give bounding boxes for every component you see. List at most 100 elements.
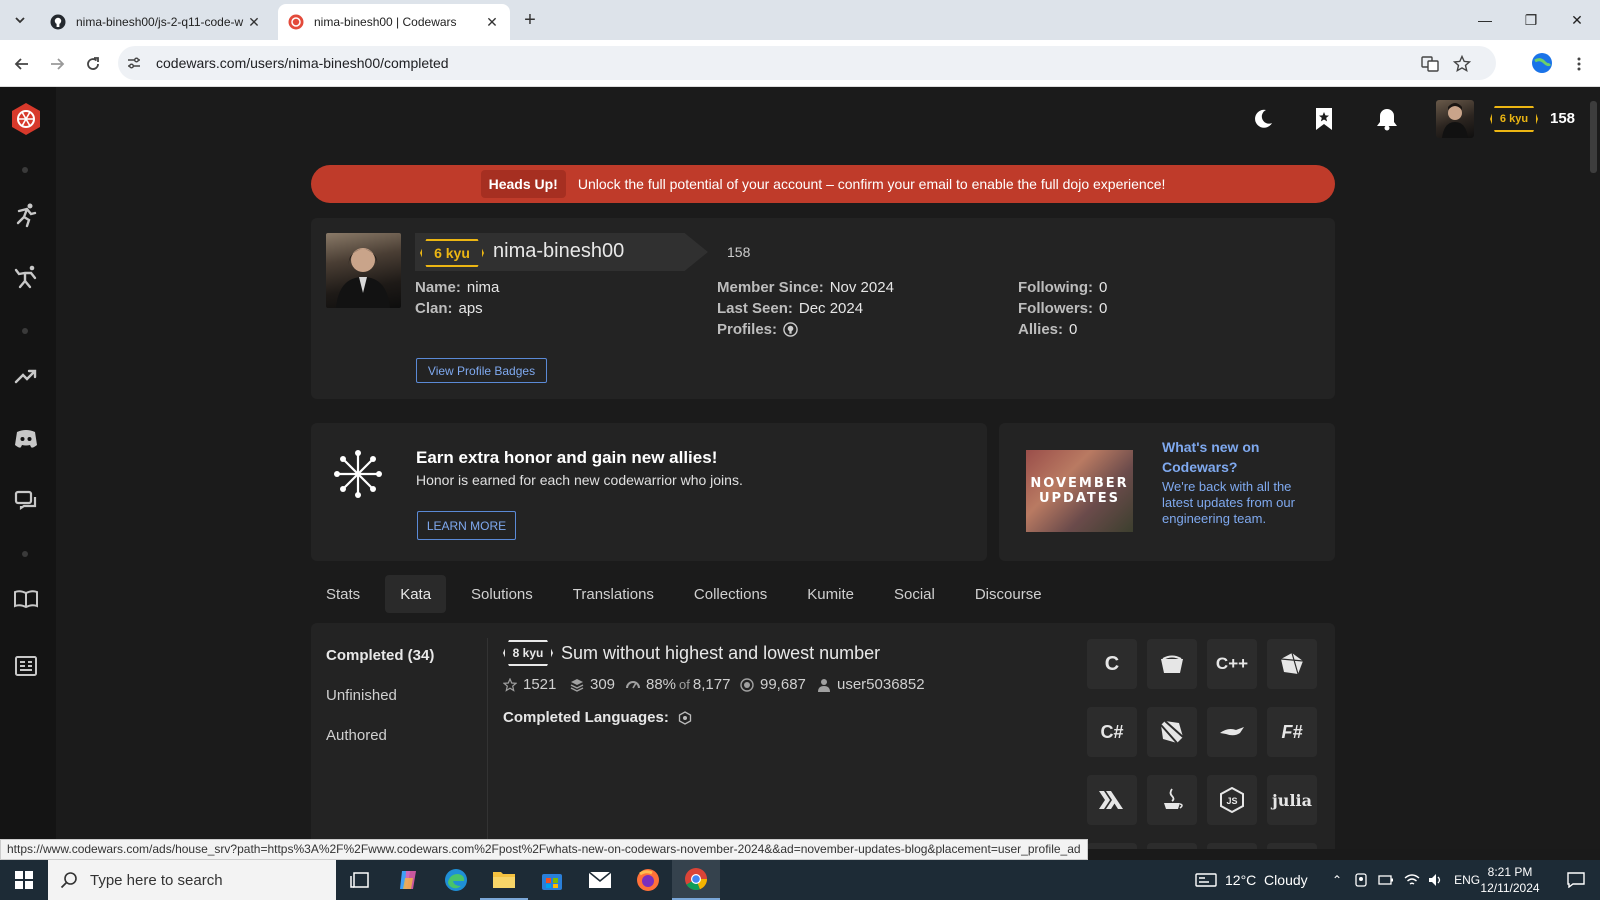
- minimize-button[interactable]: —: [1462, 0, 1508, 40]
- lang-more-2[interactable]: [1147, 843, 1197, 849]
- lang-more-1[interactable]: [1087, 843, 1137, 849]
- chevron-up-icon[interactable]: ⌃: [1332, 873, 1342, 887]
- java-cup-icon: [1164, 788, 1183, 809]
- tab-kumite[interactable]: Kumite: [792, 575, 869, 613]
- back-button[interactable]: [9, 51, 35, 77]
- mail-button[interactable]: [576, 860, 624, 900]
- tab-solutions[interactable]: Solutions: [456, 575, 548, 613]
- restore-button[interactable]: ❐: [1508, 0, 1554, 40]
- haskell-icon: [1099, 791, 1123, 809]
- bookmark-icon[interactable]: [1311, 106, 1337, 132]
- elixir-icon: [1220, 727, 1244, 736]
- lang-csharp[interactable]: C#: [1087, 707, 1137, 757]
- tab-search-button[interactable]: [8, 8, 32, 32]
- tab-stats[interactable]: Stats: [311, 575, 375, 613]
- store-button[interactable]: [528, 860, 576, 900]
- news-card[interactable]: NOVEMBER UPDATES What's new on Codewars?…: [999, 423, 1335, 561]
- translate-icon[interactable]: [1420, 54, 1440, 74]
- browser-tab-github[interactable]: nima-binesh00/js-2-q11-code-w ✕: [40, 4, 272, 40]
- train-icon[interactable]: [13, 202, 39, 228]
- chrome-button[interactable]: [672, 860, 720, 900]
- email-confirm-alert[interactable]: Heads Up! Unlock the full potential of y…: [311, 165, 1335, 203]
- new-tab-button[interactable]: +: [519, 9, 541, 31]
- dart-icon: [1160, 720, 1184, 744]
- lang-java[interactable]: [1147, 775, 1197, 825]
- practice-icon[interactable]: [13, 264, 39, 290]
- network-burst-icon: [334, 450, 382, 498]
- honor-score: 158: [1550, 110, 1576, 127]
- notifications-bell-icon[interactable]: [1374, 106, 1400, 132]
- user-icon: [817, 678, 831, 692]
- tab-social[interactable]: Social: [879, 575, 950, 613]
- forward-button[interactable]: [44, 51, 70, 77]
- lang-coffeescript[interactable]: [1147, 639, 1197, 689]
- profile-last-seen: Last Seen: Dec 2024: [717, 300, 864, 317]
- profile-followers: Followers: 0: [1018, 300, 1108, 317]
- kata-rank-badge: 8 kyu: [503, 640, 553, 666]
- kata-title[interactable]: Sum without highest and lowest number: [561, 643, 880, 664]
- subnav-authored[interactable]: Authored: [326, 727, 387, 744]
- tab-collections[interactable]: Collections: [679, 575, 782, 613]
- lang-julia[interactable]: julia: [1267, 775, 1317, 825]
- close-window-button[interactable]: ✕: [1554, 0, 1600, 40]
- lang-crystal[interactable]: [1267, 639, 1317, 689]
- view-profile-badges-button[interactable]: View Profile Badges: [416, 358, 547, 383]
- bookmark-star-icon[interactable]: [1452, 54, 1472, 74]
- browser-menu-button[interactable]: [1566, 51, 1592, 77]
- profile-links: Profiles:: [717, 321, 798, 338]
- copilot-button[interactable]: [384, 860, 432, 900]
- news-text[interactable]: We're back with all the latest updates f…: [1162, 479, 1322, 527]
- discord-icon[interactable]: [13, 426, 39, 452]
- lang-more-4[interactable]: [1267, 843, 1317, 849]
- lang-cpp[interactable]: C++: [1207, 639, 1257, 689]
- referral-text: Honor is earned for each new codewarrior…: [416, 472, 743, 488]
- close-icon[interactable]: ✕: [484, 14, 500, 30]
- profile-avatar-button[interactable]: [1529, 50, 1555, 76]
- tab-discourse[interactable]: Discourse: [960, 575, 1057, 613]
- weather-cloud-icon: [1195, 873, 1217, 887]
- address-bar[interactable]: codewars.com/users/nima-binesh00/complet…: [118, 46, 1496, 80]
- dark-mode-moon-icon[interactable]: [1250, 106, 1276, 132]
- input-language[interactable]: ENG: [1454, 873, 1480, 887]
- news-title[interactable]: What's new on Codewars?: [1162, 437, 1322, 477]
- subnav-completed[interactable]: Completed (34): [326, 647, 434, 664]
- browser-tab-codewars[interactable]: nima-binesh00 | Codewars ✕: [278, 4, 510, 40]
- rank-badge[interactable]: 6 kyu: [1490, 106, 1538, 132]
- tab-translations[interactable]: Translations: [558, 575, 669, 613]
- lang-fsharp[interactable]: F#: [1267, 707, 1317, 757]
- github-profile-icon[interactable]: [783, 322, 798, 337]
- subnav-unfinished[interactable]: Unfinished: [326, 687, 397, 704]
- page-scrollbar-thumb[interactable]: [1590, 101, 1597, 173]
- lang-javascript[interactable]: JS: [1207, 775, 1257, 825]
- site-info-icon[interactable]: [126, 55, 142, 71]
- leaderboard-trend-icon[interactable]: [13, 363, 39, 389]
- taskbar-search[interactable]: Type here to search: [48, 860, 336, 900]
- lang-c[interactable]: C: [1087, 639, 1137, 689]
- weather-widget[interactable]: 12°C Cloudy: [1195, 860, 1308, 900]
- username: nima-binesh00: [493, 240, 625, 262]
- task-view-button[interactable]: [336, 860, 384, 900]
- firefox-button[interactable]: [624, 860, 672, 900]
- kata-collections: 309: [570, 676, 615, 693]
- file-explorer-button[interactable]: [480, 860, 528, 900]
- reload-button[interactable]: [80, 51, 106, 77]
- codewars-logo-icon[interactable]: [8, 101, 44, 137]
- start-button[interactable]: [0, 860, 48, 900]
- docs-book-icon[interactable]: [13, 586, 39, 612]
- clock[interactable]: 8:21 PM 12/11/2024: [1480, 860, 1540, 900]
- lang-haskell[interactable]: [1087, 775, 1137, 825]
- edge-button[interactable]: [432, 860, 480, 900]
- reload-icon: [87, 57, 99, 70]
- close-icon[interactable]: ✕: [246, 14, 262, 30]
- learn-more-button[interactable]: LEARN MORE: [417, 511, 516, 540]
- blog-icon[interactable]: [13, 653, 39, 679]
- tab-kata[interactable]: Kata: [385, 575, 447, 613]
- lang-more-3[interactable]: [1207, 843, 1257, 849]
- notification-center-button[interactable]: [1552, 860, 1600, 900]
- lang-elixir[interactable]: [1207, 707, 1257, 757]
- november-updates-image[interactable]: NOVEMBER UPDATES: [1026, 450, 1133, 532]
- discuss-icon[interactable]: [13, 488, 39, 514]
- user-avatar[interactable]: [1436, 100, 1474, 138]
- lang-dart[interactable]: [1147, 707, 1197, 757]
- tray-icons[interactable]: ⌃ ENG: [1332, 860, 1480, 900]
